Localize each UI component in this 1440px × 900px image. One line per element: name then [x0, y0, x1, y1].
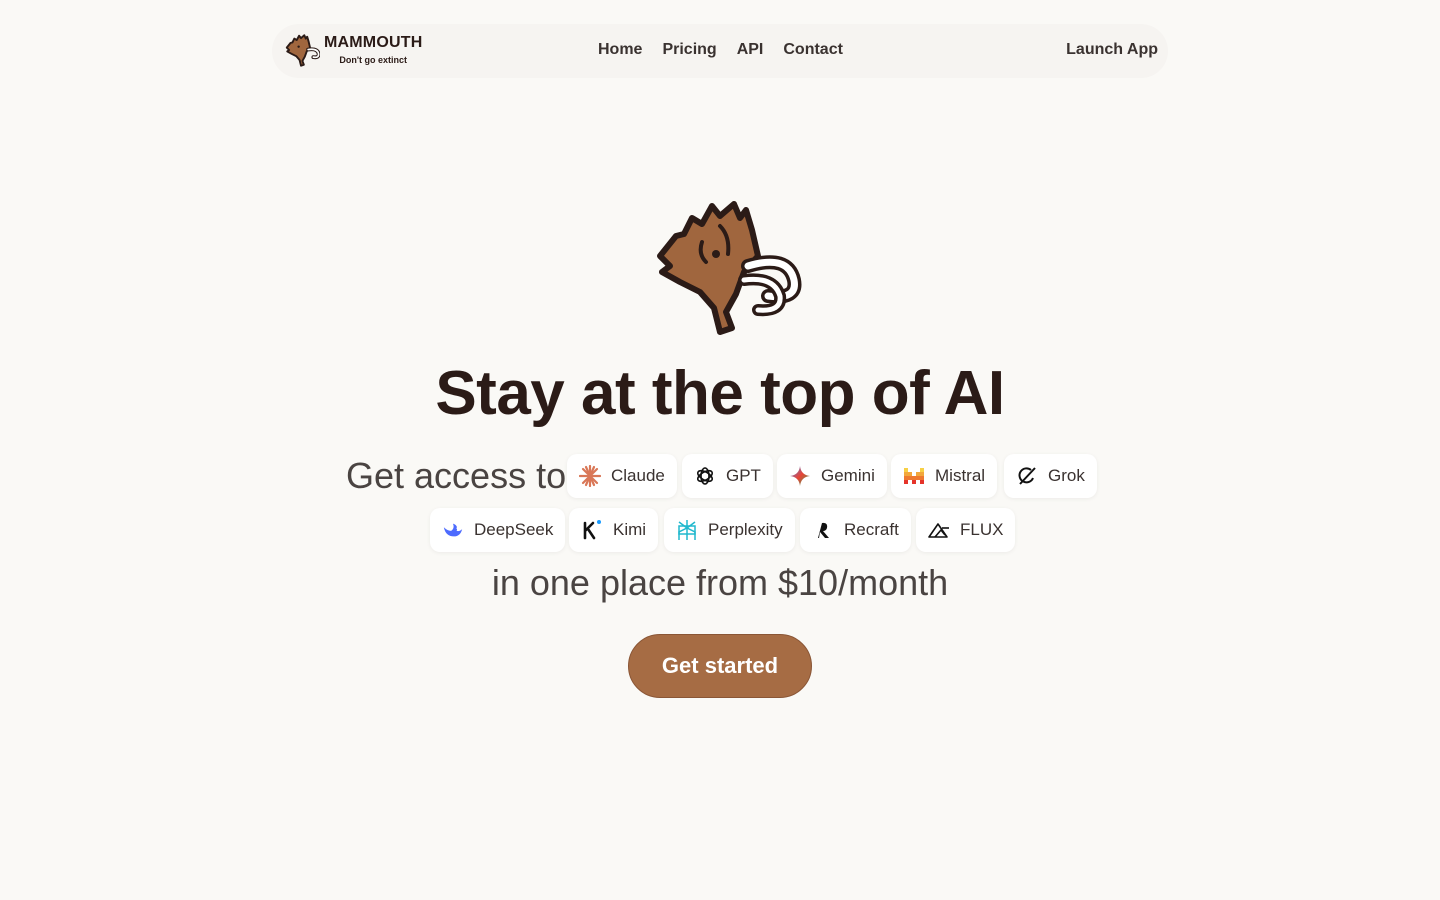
model-chip-perplexity[interactable]: Perplexity — [664, 508, 795, 552]
mistral-logo-icon — [903, 465, 925, 487]
recraft-logo-icon — [812, 519, 834, 541]
model-name: Recraft — [844, 520, 899, 539]
hero-mammoth-logo — [638, 196, 802, 341]
model-chip-flux[interactable]: FLUX — [916, 508, 1016, 552]
model-name: Kimi — [613, 520, 647, 539]
model-chip-claude[interactable]: Claude — [567, 454, 677, 498]
model-name: DeepSeek — [474, 520, 554, 539]
kimi-logo-icon — [581, 519, 603, 541]
claude-logo-icon — [579, 465, 601, 487]
model-name: Grok — [1048, 466, 1085, 485]
pricing-subline: in one place from $10/month — [491, 562, 949, 603]
deepseek-logo-icon — [442, 519, 464, 541]
model-chip-mistral[interactable]: Mistral — [891, 454, 998, 498]
model-chip-gpt[interactable]: GPT — [682, 454, 773, 498]
grok-logo-icon — [1016, 465, 1038, 487]
access-label: Get access to — [346, 455, 567, 496]
model-chip-recraft[interactable]: Recraft — [800, 508, 911, 552]
model-name: Gemini — [821, 466, 875, 485]
nav-link-api[interactable]: API — [737, 41, 764, 59]
mammoth-icon — [657, 201, 802, 335]
get-started-button[interactable]: Get started — [628, 634, 812, 698]
nav-link-contact[interactable]: Contact — [783, 41, 843, 59]
nav-link-pricing[interactable]: Pricing — [662, 41, 716, 59]
mammoth-logo-icon — [285, 34, 320, 67]
hero-headline: Stay at the top of AI — [435, 359, 1005, 428]
perplexity-logo-icon — [676, 519, 698, 541]
model-chip-grok[interactable]: Grok — [1004, 454, 1097, 498]
model-name: FLUX — [960, 520, 1004, 539]
launch-app-button[interactable]: Launch App — [1066, 41, 1158, 59]
model-name: Perplexity — [708, 520, 783, 539]
top-navbar: MAMMOUTH Don't go extinct Home Pricing A… — [272, 24, 1168, 78]
brand-name: MAMMOUTH — [324, 34, 423, 51]
nav-links: Home Pricing API Contact — [598, 41, 843, 59]
model-name: Claude — [611, 466, 665, 485]
model-chip-kimi[interactable]: Kimi — [569, 508, 659, 552]
brand-logo-link[interactable]: MAMMOUTH Don't go extinct — [282, 32, 422, 68]
model-chip-gemini[interactable]: Gemini — [777, 454, 887, 498]
model-chip-deepseek[interactable]: DeepSeek — [430, 508, 566, 552]
gemini-logo-icon — [789, 465, 811, 487]
brand-tagline: Don't go extinct — [339, 55, 408, 65]
model-name: GPT — [726, 466, 761, 485]
nav-link-home[interactable]: Home — [598, 41, 642, 59]
model-name: Mistral — [935, 466, 986, 485]
flux-logo-icon — [928, 519, 950, 541]
openai-logo-icon — [694, 465, 716, 487]
